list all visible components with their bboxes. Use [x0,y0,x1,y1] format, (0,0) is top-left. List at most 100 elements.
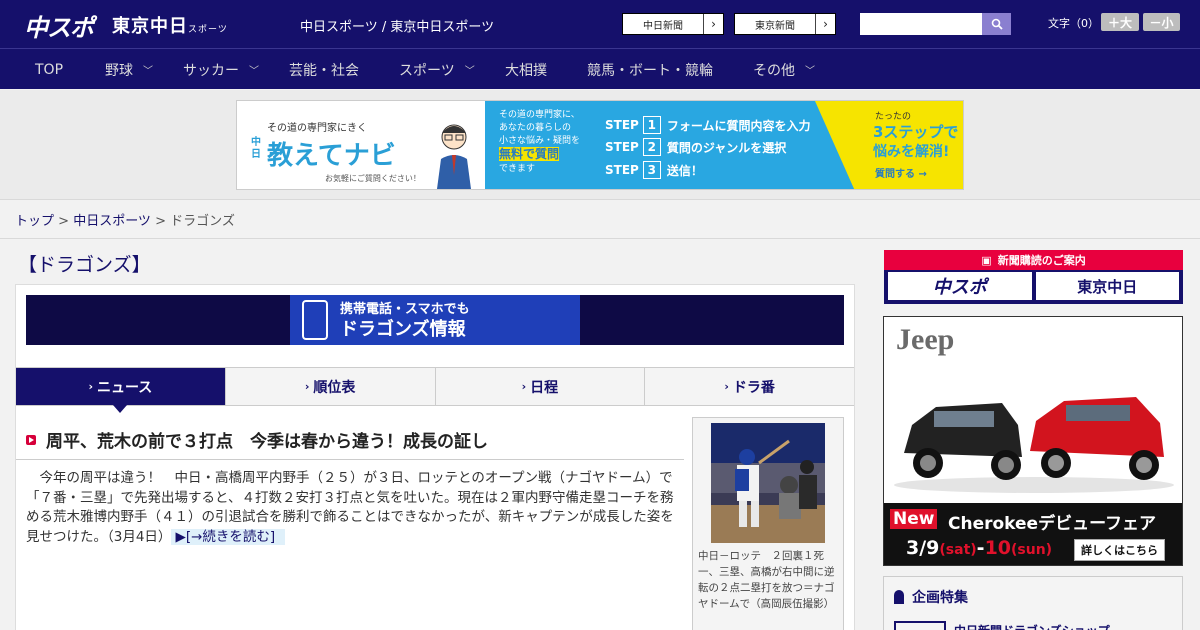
chevron-down-icon: ﹀ [143,66,153,77]
search-icon [991,18,1003,30]
nav-item-sumo[interactable]: 大相撲 [505,49,547,90]
jeep-logo: Jeep [896,323,955,356]
tokyo-chunichi-subscribe-link[interactable]: 東京中日 [1035,272,1179,300]
article-photo-box: 中日－ロッテ ２回裏１死一、三塁、高橋が右中間に逆転の２点二塁打を放つ＝ナゴヤド… [692,417,844,630]
article-text: 今年の周平は違う！ 中日・高橋周平内野手（２５）が３日、ロッテとのオープン戦（ナ… [26,470,674,545]
smartphone-icon [302,300,328,340]
tokyo-shimbun-button[interactable]: 東京新聞 › [734,13,836,35]
fair-date-2: 10 [984,537,1012,559]
divider [0,238,1200,239]
mobile-info-banner[interactable]: 携帯電話・スマホでも ドラゴンズ情報 [26,295,844,345]
jeep-details-button[interactable]: 詳しくはこちら [1074,539,1165,561]
search-button[interactable] [982,13,1011,35]
feature-item[interactable]: 中日新聞ドラゴンズショップ [894,621,1110,630]
chevron-down-icon: ﹀ [805,66,815,77]
oshiete-navi-ad[interactable]: その道の専門家にきく 中日 教えてナビ お気軽にご質問ください！ その道の専門家… [236,100,964,190]
subscription-box[interactable]: ▣ 新聞購読のご案内 中スポ 東京中日 [884,250,1183,304]
feature-thumbnail [894,621,946,630]
search-input[interactable] [860,13,982,35]
nav-label: TOP [35,61,64,78]
chevron-right-icon: › [815,14,835,34]
feature-item-label: 中日新聞ドラゴンズショップ [954,622,1110,630]
main-content-panel: 携帯電話・スマホでも ドラゴンズ情報 › ニュース › 順位表 › 日程 › ドラ番 周… [15,284,855,630]
article-headline[interactable]: 周平、荒木の前で３打点 今季は春から違う！成長の証し [26,427,682,452]
breadcrumb-separator: > [150,214,171,229]
ad-brand: 教えてナビ [267,141,396,171]
jeep-fair-strip: New Cherokeeデビューフェア 3/9(sat)-10(sun) 詳しく… [884,503,1182,565]
step-number: 3 [642,161,661,179]
newspaper-icon: ▣ [981,253,992,267]
chunichi-shimbun-button[interactable]: 中日新聞 › [622,13,724,35]
main-nav: TOP 野球 ﹀ サッカー ﹀ 芸能・社会 スポーツ ﹀ 大相撲 競馬・ボート・競輪 … [0,48,1200,89]
tab-schedule[interactable]: › 日程 [436,368,646,405]
step-text: フォームに質問内容を入力 [666,118,811,133]
breadcrumb-separator: > [54,214,74,229]
fair-dates: 3/9(sat)-10(sun) [906,537,1052,559]
ad-right-big: 3ステップで [873,123,959,141]
feature-box: 企画特集 中日新聞ドラゴンズショップ [883,576,1183,630]
nav-item-sports[interactable]: スポーツ ﹀ [399,49,475,90]
mobile-banner-line1: 携帯電話・スマホでも [340,302,470,317]
nav-label: 野球 [105,62,133,79]
nav-item-racing[interactable]: 競馬・ボート・競輪 [587,49,713,90]
read-more-link[interactable]: ▶[→続きを読む] [171,528,286,545]
subscription-label-text: 新聞購読のご案内 [997,254,1086,267]
ad-step-2: STEP 2 質問のジャンルを選択 [605,138,786,156]
nav-item-top[interactable]: TOP [35,49,63,90]
triangle-right-icon: ▶ [175,528,186,545]
tab-label: 順位表 [313,379,356,396]
nav-item-other[interactable]: その他 ﹀ [753,49,815,90]
tab-standings[interactable]: › 順位表 [226,368,436,405]
tab-news[interactable]: › ニュース [16,368,226,413]
nav-label: 芸能・社会 [289,62,359,79]
mobile-banner-inner: 携帯電話・スマホでも ドラゴンズ情報 [290,295,580,345]
ad-step-1: STEP 1 フォームに質問内容を入力 [605,116,810,134]
subscription-logos: 中スポ 東京中日 [884,270,1183,302]
tab-label: ドラ番 [732,379,775,396]
ad-description: その道の専門家に、 あなたの暮らしの 小さな悩み・疑問を 無料で質問 できます [485,101,605,189]
nav-label: スポーツ [399,62,455,79]
chevron-down-icon: ﹀ [249,66,259,77]
chevron-right-icon: › [88,380,93,393]
ribbon-icon [894,590,904,604]
nav-item-soccer[interactable]: サッカー ﹀ [183,49,259,90]
step-number: 2 [642,138,661,156]
tab-dora-ban[interactable]: › ドラ番 [645,368,854,405]
chuspo-logo[interactable]: 中スポ [24,8,94,43]
new-badge: New [890,509,938,529]
site-title[interactable]: 中日スポーツ / 東京中日スポーツ [300,16,494,35]
ad-mid-line: できます [499,164,536,174]
font-larger-button[interactable]: ＋大 [1101,13,1139,31]
feature-title-text: 企画特集 [912,590,968,606]
article-photo[interactable] [711,423,825,543]
step-number: 1 [642,116,661,134]
nav-label: 大相撲 [505,62,547,79]
step-label: STEP [605,140,639,154]
tokyo-shimbun-label: 東京新聞 [755,20,795,32]
nav-item-entertainment[interactable]: 芸能・社会 [289,49,359,90]
section-tabs: › ニュース › 順位表 › 日程 › ドラ番 [16,367,854,413]
ad-question-label: 質問する [875,169,915,180]
breadcrumb-section-link[interactable]: 中日スポーツ [73,214,151,229]
ad-tagline: その道の専門家にきく [267,123,367,134]
tokyo-chunichi-logo[interactable]: 東京中日スポーツ [112,12,228,38]
advisor-illustration-icon [437,124,471,189]
font-smaller-button[interactable]: －小 [1143,13,1180,31]
ad-question-button[interactable]: 質問する → [875,165,927,180]
nav-item-baseball[interactable]: 野球 ﹀ [105,49,153,90]
font-size-label: 文字（0） [1048,17,1099,30]
breadcrumb-home-link[interactable]: トップ [15,214,54,229]
nav-label: その他 [753,62,795,79]
chevron-right-icon: › [304,380,310,393]
top-header: 中スポ 東京中日スポーツ 中日スポーツ / 東京中日スポーツ 中日新聞 › 東京… [0,0,1200,48]
logo-sub-text: 東京中日 [112,16,188,37]
jeep-ad[interactable]: Jeep New Cherokeeデビューフェア 3/9(sat)-10(sun… [883,316,1183,566]
ad-brand-panel: その道の専門家にきく 中日 教えてナビ お気軽にご質問ください！ [237,101,485,189]
ad-right-big2: 悩みを解消! [873,144,950,160]
read-more-label: [→続きを読む] [185,528,276,545]
chuspo-subscribe-link[interactable]: 中スポ [888,272,1032,300]
ad-note: お気軽にご質問ください！ [325,174,421,183]
step-text: 送信！ [666,163,703,178]
ad-mid-line: その道の専門家に、 [499,110,580,120]
feature-title: 企画特集 [894,587,968,607]
